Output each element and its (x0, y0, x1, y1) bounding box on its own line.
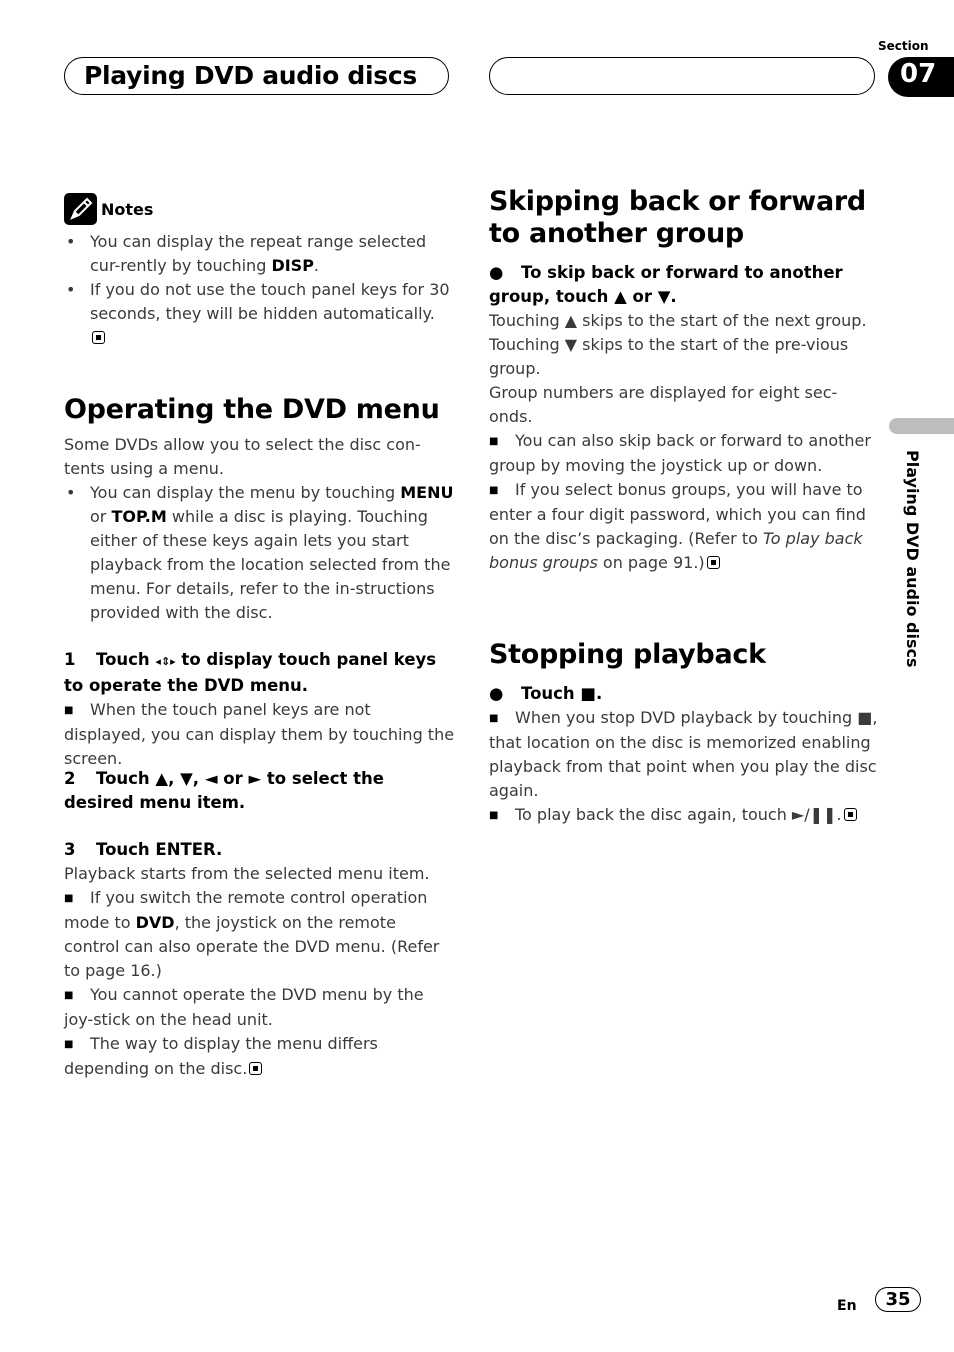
pencil-icon (64, 193, 97, 225)
skip-group-body-2: Group numbers are displayed for eight se… (489, 383, 838, 426)
joystick-arrows-icon: ◂⇕▸ (155, 655, 176, 668)
page-number: 35 (875, 1287, 921, 1312)
skip-group-instruction: ● To skip back or forward to another grou… (489, 263, 843, 306)
bullet-dot-icon: ● (489, 684, 504, 703)
stopping-body: ● Touch ■. ■ When you stop DVD playback by… (489, 682, 881, 828)
step-number: 2 (64, 769, 76, 788)
stopping-instruction: ● Touch ■. (489, 682, 881, 706)
step-3: 3 Touch ENTER. Playback starts from the s… (64, 838, 456, 1081)
step-number: 1 (64, 650, 76, 669)
note-item: • If you do not use the touch panel keys… (64, 278, 454, 350)
section-label: Section (878, 39, 929, 53)
end-mark-icon (843, 808, 857, 821)
step-2: 2 Touch ▲, ▼, ◄ or ► to select the desire… (64, 769, 384, 812)
chapter-title-banner: Playing DVD audio discs (64, 57, 449, 95)
step-1: 1 Touch ◂⇕▸ to display touch panel keys t… (64, 648, 456, 771)
side-tab-marker (889, 418, 954, 434)
skip-group-body-1: Touching ▲ skips to the start of the nex… (489, 311, 867, 378)
skip-group-note: ■ You can also skip back or forward to an… (489, 431, 871, 475)
section-number: 07 (900, 59, 937, 89)
section-heading-stopping: Stopping playback (489, 639, 766, 670)
step-1-note: ■ When the touch panel keys are not displ… (64, 700, 455, 768)
notes-heading: Notes (64, 193, 153, 225)
section-heading-skip-group: Skipping back or forward to another grou… (489, 186, 866, 249)
stopping-note: ■ To play back the disc again, touch ►/❚❚… (489, 803, 881, 828)
step-3-note: ■ You cannot operate the DVD menu by the … (64, 985, 424, 1029)
bullet-dot-icon: ● (489, 263, 504, 282)
step-3-note: ■ The way to display the menu differs dep… (64, 1034, 378, 1078)
step-number: 3 (64, 840, 76, 859)
section-heading-dvd-menu: Operating the DVD menu (64, 394, 440, 425)
skip-group-note: ■ If you select bonus groups, you will ha… (489, 480, 866, 572)
note-item: • You can display the repeat range selec… (66, 232, 427, 275)
section-number-badge: 07 (888, 57, 954, 97)
stopping-note: ■ When you stop DVD playback by touching … (489, 708, 878, 800)
end-mark-icon (706, 556, 720, 569)
header-blank-banner (489, 57, 875, 95)
side-tab-label: Playing DVD audio discs (903, 450, 922, 668)
notes-title: Notes (101, 199, 154, 219)
end-mark-icon (92, 331, 105, 344)
dvd-menu-bullet: • You can display the menu by touching M… (66, 483, 454, 622)
step-3-body: Playback starts from the selected menu i… (64, 864, 430, 883)
notes-list: • You can display the repeat range selec… (64, 230, 454, 350)
dvd-menu-body: Some DVDs allow you to select the disc c… (64, 433, 456, 625)
language-label: En (837, 1298, 857, 1314)
dvd-menu-intro: Some DVDs allow you to select the disc c… (64, 435, 421, 478)
end-mark-icon (249, 1062, 263, 1075)
step-3-note: ■ If you switch the remote control operat… (64, 888, 440, 980)
skip-group-body: ● To skip back or forward to another grou… (489, 261, 881, 575)
chapter-title: Playing DVD audio discs (84, 61, 417, 90)
